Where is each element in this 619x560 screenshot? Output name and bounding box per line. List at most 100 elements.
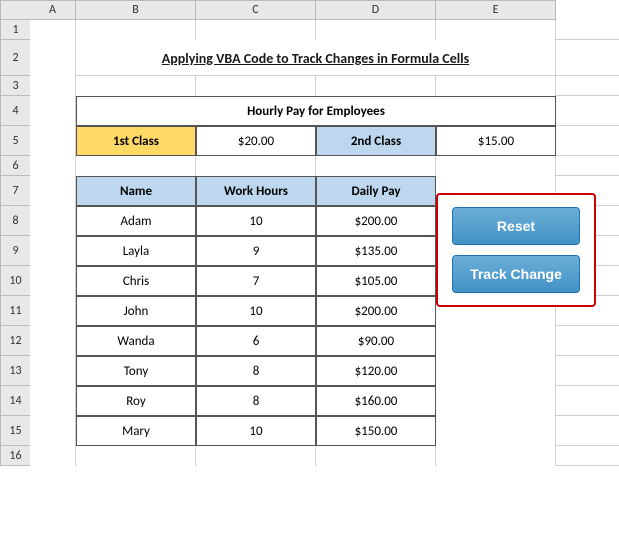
emp-row-0-hours-cell[interactable]: 10: [196, 206, 316, 236]
cell-a14[interactable]: [30, 386, 76, 416]
col-header-e: E: [436, 0, 556, 20]
row-num-1: 1: [0, 20, 30, 40]
cell-20-dollars[interactable]: $20.00: [196, 126, 316, 156]
cell-c6[interactable]: [196, 156, 316, 176]
cell-c16[interactable]: [196, 446, 316, 466]
emp-name-6: Roy: [126, 394, 145, 409]
row-num-7: 7: [0, 176, 30, 206]
cell-a5[interactable]: [30, 126, 76, 156]
cell-2nd-class[interactable]: 2nd Class: [316, 126, 436, 156]
emp-name-3: John: [124, 304, 149, 319]
cell-e6[interactable]: [436, 156, 556, 176]
row-num-3: 3: [0, 76, 30, 96]
emp-pay-6: $160.00: [355, 394, 398, 409]
cell-1st-class[interactable]: 1st Class: [76, 126, 196, 156]
col-header-c: C: [196, 0, 316, 20]
cell-a16[interactable]: [30, 446, 76, 466]
cell-e14[interactable]: [436, 386, 556, 416]
emp-row-2-hours-cell[interactable]: 7: [196, 266, 316, 296]
cell-a11[interactable]: [30, 296, 76, 326]
row-num-12: 12: [0, 326, 30, 356]
grid-row-12: Wanda 6 $90.00: [30, 326, 619, 356]
cell-e15[interactable]: [436, 416, 556, 446]
column-headers: A B C D E: [0, 0, 619, 20]
emp-name-0: Adam: [121, 214, 152, 229]
cell-b6[interactable]: [76, 156, 196, 176]
emp-pay-7: $150.00: [355, 424, 398, 439]
grid-row-16: [30, 446, 619, 466]
emp-row-5-pay-cell[interactable]: $120.00: [316, 356, 436, 386]
emp-row-5-hours-cell[interactable]: 8: [196, 356, 316, 386]
cell-c1[interactable]: [196, 20, 316, 40]
emp-row-6-pay-cell[interactable]: $160.00: [316, 386, 436, 416]
cell-a13[interactable]: [30, 356, 76, 386]
grid-row-4: Hourly Pay for Employees: [30, 96, 619, 126]
second-class-label: 2nd Class: [351, 134, 401, 149]
cell-a4[interactable]: [30, 96, 76, 126]
emp-hours-4: 6: [253, 334, 260, 349]
row-num-9: 9: [0, 236, 30, 266]
reset-button[interactable]: Reset: [452, 207, 580, 245]
cell-d6[interactable]: [316, 156, 436, 176]
cell-a9[interactable]: [30, 236, 76, 266]
emp-row-4-name-cell[interactable]: Wanda: [76, 326, 196, 356]
cell-b1[interactable]: [76, 20, 196, 40]
name-header: Name: [120, 184, 152, 199]
emp-row-1-pay-cell[interactable]: $135.00: [316, 236, 436, 266]
emp-row-4-pay-cell[interactable]: $90.00: [316, 326, 436, 356]
grid-row-3: [30, 76, 619, 96]
cell-e13[interactable]: [436, 356, 556, 386]
cell-a6[interactable]: [30, 156, 76, 176]
cell-a15[interactable]: [30, 416, 76, 446]
emp-row-2-name-cell[interactable]: Chris: [76, 266, 196, 296]
emp-row-5-name-cell[interactable]: Tony: [76, 356, 196, 386]
emp-row-0-pay-cell[interactable]: $200.00: [316, 206, 436, 236]
cell-a8[interactable]: [30, 206, 76, 236]
cell-a7[interactable]: [30, 176, 76, 206]
cell-e16[interactable]: [436, 446, 556, 466]
emp-row-6-hours-cell[interactable]: 8: [196, 386, 316, 416]
cell-15-dollars[interactable]: $15.00: [436, 126, 556, 156]
emp-header-hours[interactable]: Work Hours: [196, 176, 316, 206]
cell-a2[interactable]: [30, 40, 76, 76]
first-class-label: 1st Class: [113, 134, 159, 149]
col-header-a: A: [30, 0, 76, 20]
emp-row-2-pay-cell[interactable]: $105.00: [316, 266, 436, 296]
hourly-pay-header: Hourly Pay for Employees: [247, 104, 385, 119]
emp-row-0-name-cell[interactable]: Adam: [76, 206, 196, 236]
buttons-container: Reset Track Change: [436, 193, 596, 307]
emp-row-3-name-cell[interactable]: John: [76, 296, 196, 326]
grid-row-13: Tony 8 $120.00: [30, 356, 619, 386]
cell-c3[interactable]: [196, 76, 316, 96]
cell-b16[interactable]: [76, 446, 196, 466]
cell-d3[interactable]: [316, 76, 436, 96]
cell-e3[interactable]: [436, 76, 556, 96]
emp-row-4-hours-cell[interactable]: 6: [196, 326, 316, 356]
row-num-15: 15: [0, 416, 30, 446]
grid-row-14: Roy 8 $160.00: [30, 386, 619, 416]
row-num-6: 6: [0, 156, 30, 176]
cell-e1[interactable]: [436, 20, 556, 40]
emp-row-3-hours-cell[interactable]: 10: [196, 296, 316, 326]
emp-hours-2: 7: [253, 274, 260, 289]
emp-name-7: Mary: [122, 424, 150, 439]
emp-row-7-hours-cell[interactable]: 10: [196, 416, 316, 446]
cell-e12[interactable]: [436, 326, 556, 356]
cell-d16[interactable]: [316, 446, 436, 466]
emp-row-7-pay-cell[interactable]: $150.00: [316, 416, 436, 446]
cell-a1[interactable]: [30, 20, 76, 40]
cell-a10[interactable]: [30, 266, 76, 296]
emp-row-6-name-cell[interactable]: Roy: [76, 386, 196, 416]
emp-header-pay[interactable]: Daily Pay: [316, 176, 436, 206]
track-change-button[interactable]: Track Change: [452, 255, 580, 293]
emp-row-3-pay-cell[interactable]: $200.00: [316, 296, 436, 326]
emp-header-name[interactable]: Name: [76, 176, 196, 206]
emp-row-7-name-cell[interactable]: Mary: [76, 416, 196, 446]
emp-row-1-name-cell[interactable]: Layla: [76, 236, 196, 266]
cell-b3[interactable]: [76, 76, 196, 96]
emp-row-1-hours-cell[interactable]: 9: [196, 236, 316, 266]
cell-d1[interactable]: [316, 20, 436, 40]
grid-row-2: Applying VBA Code to Track Changes in Fo…: [30, 40, 619, 76]
cell-a3[interactable]: [30, 76, 76, 96]
cell-a12[interactable]: [30, 326, 76, 356]
